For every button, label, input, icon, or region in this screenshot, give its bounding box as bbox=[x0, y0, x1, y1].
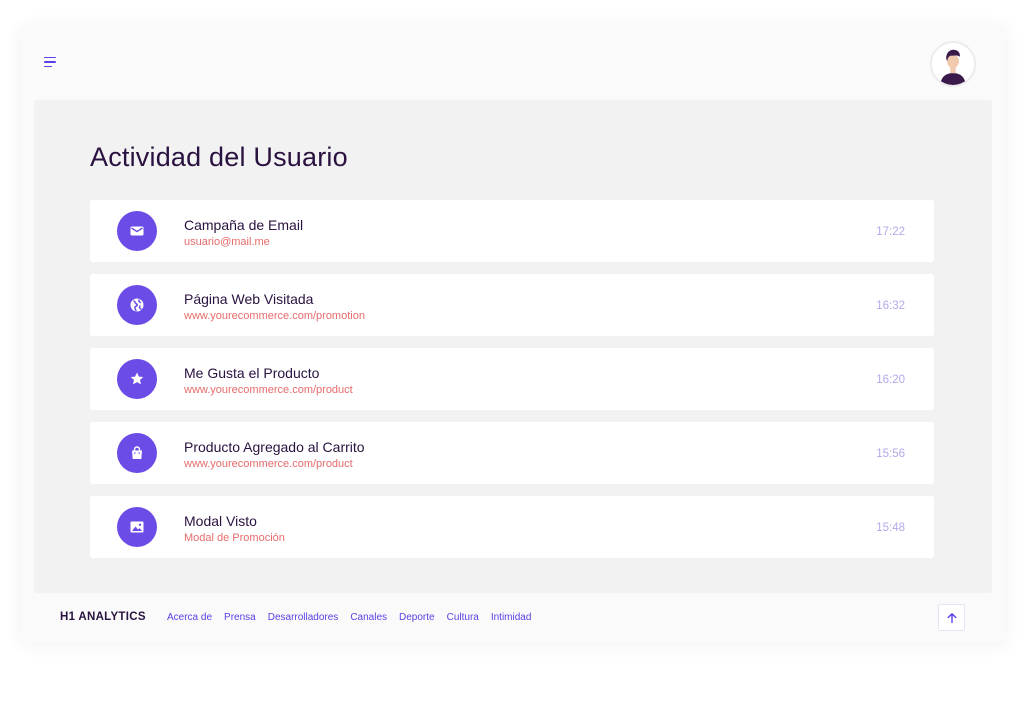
activity-time: 15:48 bbox=[876, 522, 905, 534]
footer-nav: Acerca de Prensa Desarrolladores Canales… bbox=[167, 612, 531, 623]
shopping-bag-icon bbox=[117, 433, 157, 473]
arrow-up-icon bbox=[947, 612, 956, 623]
footer-link-acerca[interactable]: Acerca de bbox=[167, 612, 212, 623]
activity-item[interactable]: Me Gusta el Producto www.yourecommerce.c… bbox=[90, 348, 934, 410]
activity-title: Producto Agregado al Carrito bbox=[184, 439, 365, 455]
activity-time: 16:20 bbox=[876, 374, 905, 386]
activity-title: Campaña de Email bbox=[184, 217, 304, 233]
activity-item[interactable]: Campaña de Email usuario@mail.me 17:22 bbox=[90, 200, 934, 262]
footer-link-canales[interactable]: Canales bbox=[350, 612, 387, 623]
footer-link-desarrolladores[interactable]: Desarrolladores bbox=[268, 612, 339, 623]
avatar-illustration bbox=[932, 43, 974, 85]
page-title: Actividad del Usuario bbox=[90, 142, 348, 172]
activity-title: Me Gusta el Producto bbox=[184, 365, 320, 381]
activity-title: Modal Visto bbox=[184, 513, 257, 529]
activity-time: 16:32 bbox=[876, 300, 905, 312]
app-frame: Actividad del Usuario Campaña de Email u… bbox=[20, 25, 1006, 643]
footer-link-prensa[interactable]: Prensa bbox=[224, 612, 256, 623]
activity-subtitle: www.yourecommerce.com/product bbox=[184, 384, 353, 396]
activity-subtitle: www.yourecommerce.com/promotion bbox=[184, 310, 365, 322]
footer-link-intimidad[interactable]: Intimidad bbox=[491, 612, 532, 623]
activity-item[interactable]: Modal Visto Modal de Promoción 15:48 bbox=[90, 496, 934, 558]
activity-subtitle: usuario@mail.me bbox=[184, 236, 270, 248]
mail-icon bbox=[117, 211, 157, 251]
activity-list: Campaña de Email usuario@mail.me 17:22 P… bbox=[90, 200, 934, 570]
scroll-to-top-button[interactable] bbox=[938, 604, 965, 631]
footer-brand: H1 ANALYTICS bbox=[60, 611, 146, 623]
footer-link-cultura[interactable]: Cultura bbox=[447, 612, 479, 623]
footer-link-deporte[interactable]: Deporte bbox=[399, 612, 435, 623]
activity-title: Página Web Visitada bbox=[184, 291, 314, 307]
activity-time: 17:22 bbox=[876, 226, 905, 238]
image-icon bbox=[117, 507, 157, 547]
activity-item[interactable]: Página Web Visitada www.yourecommerce.co… bbox=[90, 274, 934, 336]
user-avatar[interactable] bbox=[930, 41, 976, 87]
activity-item[interactable]: Producto Agregado al Carrito www.youreco… bbox=[90, 422, 934, 484]
activity-subtitle: www.yourecommerce.com/product bbox=[184, 458, 353, 470]
star-icon bbox=[117, 359, 157, 399]
menu-icon[interactable] bbox=[44, 55, 60, 69]
activity-time: 15:56 bbox=[876, 448, 905, 460]
globe-icon bbox=[117, 285, 157, 325]
activity-subtitle: Modal de Promoción bbox=[184, 532, 285, 544]
main-content: Actividad del Usuario Campaña de Email u… bbox=[34, 100, 992, 593]
